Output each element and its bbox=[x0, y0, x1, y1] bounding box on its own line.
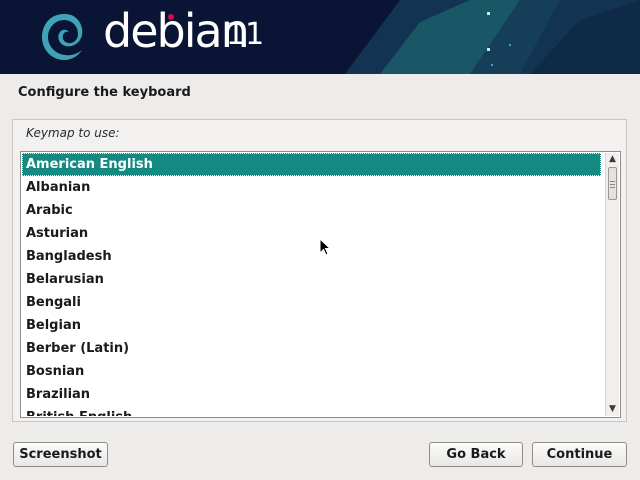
keymap-panel: Keymap to use: American English Albanian… bbox=[12, 119, 627, 422]
thumb-grip-line bbox=[610, 184, 615, 185]
header-banner: debian 11 bbox=[0, 0, 640, 74]
list-item-belgian[interactable]: Belgian bbox=[22, 314, 601, 337]
scroll-up-arrow-icon[interactable]: ▲ bbox=[606, 153, 619, 166]
list-item-bosnian[interactable]: Bosnian bbox=[22, 360, 601, 383]
mouse-pointer-icon bbox=[319, 238, 331, 256]
go-back-button[interactable]: Go Back bbox=[429, 442, 523, 467]
screenshot-button[interactable]: Screenshot bbox=[13, 442, 108, 467]
version-label: 11 bbox=[226, 17, 265, 52]
list-item-arabic[interactable]: Arabic bbox=[22, 199, 601, 222]
list-scrollbar[interactable]: ▲ ▼ bbox=[605, 153, 619, 416]
scroll-down-arrow-icon[interactable]: ▼ bbox=[606, 403, 619, 416]
list-item-belarusian[interactable]: Belarusian bbox=[22, 268, 601, 291]
list-item-asturian[interactable]: Asturian bbox=[22, 222, 601, 245]
debian-swirl-icon bbox=[42, 14, 83, 60]
thumb-grip-line bbox=[610, 187, 615, 188]
scroll-thumb[interactable] bbox=[608, 167, 617, 200]
list-item-british-english[interactable]: British English bbox=[22, 406, 601, 416]
banner-background bbox=[345, 0, 640, 74]
list-item-berber-latin[interactable]: Berber (Latin) bbox=[22, 337, 601, 360]
keymap-list-items: American English Albanian Arabic Asturia… bbox=[22, 153, 601, 416]
list-item-bangladesh[interactable]: Bangladesh bbox=[22, 245, 601, 268]
keymap-list[interactable]: American English Albanian Arabic Asturia… bbox=[20, 151, 621, 418]
list-item-bengali[interactable]: Bengali bbox=[22, 291, 601, 314]
list-item-brazilian[interactable]: Brazilian bbox=[22, 383, 601, 406]
list-item-american-english[interactable]: American English bbox=[22, 153, 601, 176]
thumb-grip-line bbox=[610, 181, 615, 182]
page-title: Configure the keyboard bbox=[18, 85, 191, 100]
logo-accent-dot bbox=[168, 14, 174, 20]
continue-button[interactable]: Continue bbox=[532, 442, 627, 467]
keymap-label: Keymap to use: bbox=[26, 126, 120, 140]
list-item-albanian[interactable]: Albanian bbox=[22, 176, 601, 199]
